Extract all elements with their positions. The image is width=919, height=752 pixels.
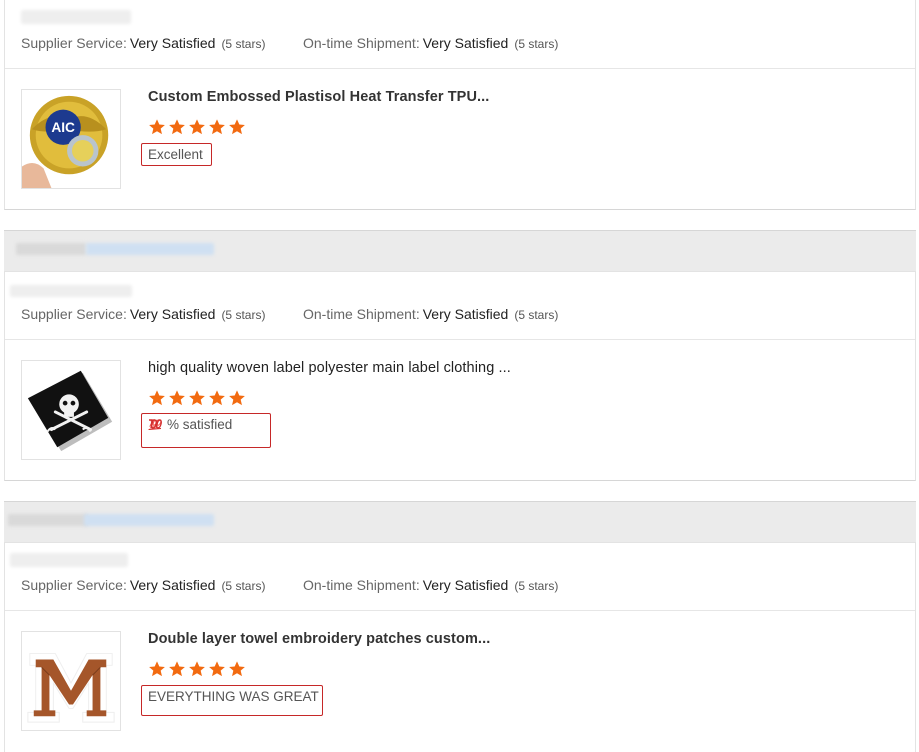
divider <box>5 68 915 69</box>
buyer-info-redacted <box>8 514 88 526</box>
product-title[interactable]: Double layer towel embroidery patches cu… <box>148 631 490 647</box>
supplier-service-label: Supplier Service: <box>21 577 127 593</box>
supplier-service-stars: (5 stars) <box>221 37 266 51</box>
seller-ratings: Supplier Service: Very Satisfied (5 stars)… <box>21 35 558 51</box>
buyer-info-redacted <box>16 243 86 255</box>
ontime-shipment-value: Very Satisfied <box>422 35 509 51</box>
star-icon <box>229 390 245 406</box>
review-separator <box>4 230 916 272</box>
review-comment: 💯 % satisfied <box>141 413 271 448</box>
star-icon <box>149 661 165 677</box>
supplier-service-value: Very Satisfied <box>129 306 216 322</box>
review-comment-text: EVERYTHING WAS GREAT <box>148 689 319 704</box>
star-icon <box>169 390 185 406</box>
review-comment: EVERYTHING WAS GREAT <box>141 685 323 716</box>
ontime-shipment-label: On-time Shipment: <box>303 35 420 51</box>
divider <box>5 339 915 340</box>
product-rating <box>148 118 246 136</box>
ontime-shipment-stars: (5 stars) <box>514 579 559 593</box>
product-title[interactable]: Custom Embossed Plastisol Heat Transfer … <box>148 89 489 105</box>
product-rating <box>148 389 246 407</box>
review-comment: Excellent <box>141 143 212 166</box>
star-icon <box>169 661 185 677</box>
supplier-service-value: Very Satisfied <box>129 35 216 51</box>
reviewer-name-redacted <box>21 10 131 24</box>
ontime-shipment-label: On-time Shipment: <box>303 306 420 322</box>
product-rating <box>148 660 246 678</box>
letter-m-patch-icon <box>22 632 120 730</box>
star-icon <box>169 119 185 135</box>
ontime-shipment-stars: (5 stars) <box>514 308 559 322</box>
product-image[interactable]: AIC <box>21 89 121 189</box>
reviewer-name-redacted <box>10 553 128 567</box>
review-comment-text: Excellent <box>148 147 203 162</box>
hundred-points-icon: 💯 <box>148 418 162 430</box>
seller-ratings: Supplier Service: Very Satisfied (5 stars)… <box>21 577 558 593</box>
seller-ratings: Supplier Service: Very Satisfied (5 stars)… <box>21 306 558 322</box>
review-card: Supplier Service: Very Satisfied (5 stars)… <box>4 543 916 752</box>
product-image[interactable] <box>21 360 121 460</box>
ontime-shipment-label: On-time Shipment: <box>303 577 420 593</box>
supplier-service-label: Supplier Service: <box>21 35 127 51</box>
star-icon <box>209 119 225 135</box>
supplier-service-stars: (5 stars) <box>221 308 266 322</box>
star-icon <box>229 661 245 677</box>
supplier-service-value: Very Satisfied <box>129 577 216 593</box>
star-icon <box>209 661 225 677</box>
product-title[interactable]: high quality woven label polyester main … <box>148 360 511 376</box>
star-icon <box>229 119 245 135</box>
review-separator <box>4 501 916 543</box>
star-icon <box>209 390 225 406</box>
review-card: Supplier Service: Very Satisfied (5 stars)… <box>4 0 916 210</box>
ontime-shipment-value: Very Satisfied <box>422 306 509 322</box>
buyer-country-redacted <box>84 514 214 526</box>
skull-label-icon <box>22 361 120 459</box>
star-icon <box>189 119 205 135</box>
svg-text:AIC: AIC <box>51 120 75 135</box>
reviewer-name-redacted <box>10 285 132 297</box>
star-icon <box>149 119 165 135</box>
review-comment-text: % satisfied <box>167 417 233 432</box>
review-card: Supplier Service: Very Satisfied (5 stars)… <box>4 272 916 481</box>
star-icon <box>189 390 205 406</box>
supplier-service-label: Supplier Service: <box>21 306 127 322</box>
ontime-shipment-value: Very Satisfied <box>422 577 509 593</box>
star-icon <box>149 390 165 406</box>
buyer-country-redacted <box>86 243 214 255</box>
supplier-service-stars: (5 stars) <box>221 579 266 593</box>
challenge-coin-icon: AIC <box>22 90 120 188</box>
divider <box>5 610 915 611</box>
ontime-shipment-stars: (5 stars) <box>514 37 559 51</box>
star-icon <box>189 661 205 677</box>
product-image[interactable] <box>21 631 121 731</box>
